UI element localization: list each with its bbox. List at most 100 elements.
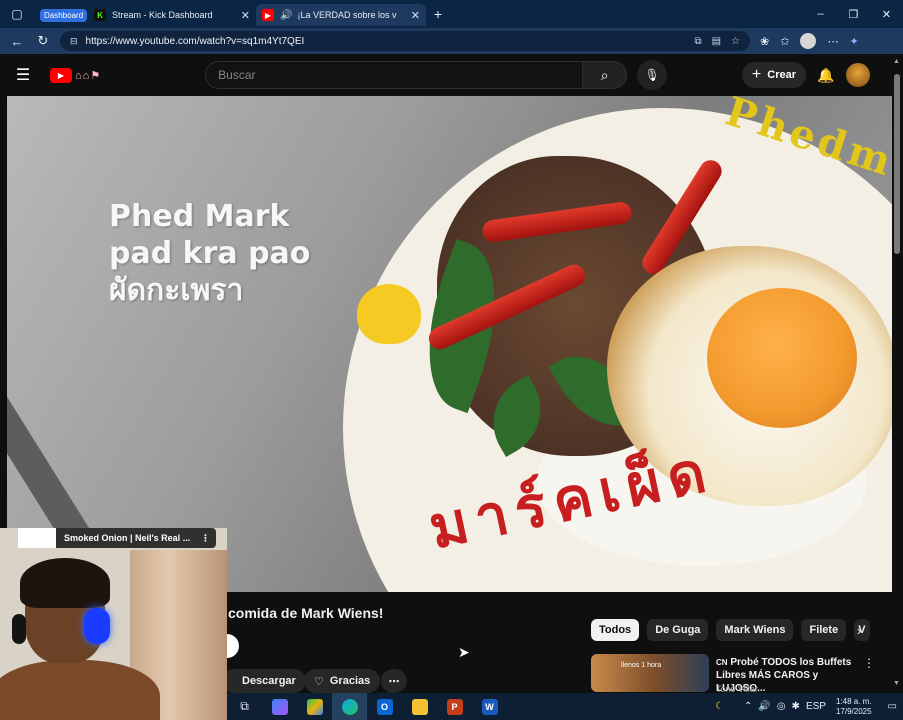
tab-kick-dashboard[interactable]: K Stream - Kick Dashboard ✕	[88, 4, 256, 26]
search-input[interactable]: Buscar	[205, 61, 584, 89]
thanks-button[interactable]: ♡ Gracias	[304, 669, 381, 693]
now-playing-bar: Smoked Onion | Neil's Real ... ⋮	[18, 528, 216, 548]
close-window-button[interactable]: ✕	[870, 8, 903, 21]
maximize-button[interactable]: ❐	[837, 8, 870, 21]
tab-group-dashboard[interactable]: Dashboard	[34, 4, 88, 26]
powerpoint-icon[interactable]: P	[437, 693, 472, 720]
more-menu-icon[interactable]: ⋯	[827, 35, 838, 48]
channel-badge: CN	[716, 658, 728, 667]
address-bar-row: ← ↻ ⊟ https://www.youtube.com/watch?v=sq…	[0, 28, 903, 54]
account-avatar[interactable]	[846, 63, 870, 87]
recommended-more-icon[interactable]: ⋮	[863, 656, 875, 670]
system-tray: ☾ ⌃ 🔊 ◎ ✱ ESP 1:48 a. m. 17/9/2025 ▭	[715, 697, 903, 717]
thanks-heart-icon: ♡	[314, 675, 324, 688]
chip-mark-wiens[interactable]: Mark Wiens	[716, 619, 794, 641]
caption-line: Phed Mark	[109, 199, 290, 234]
scrollbar-thumb[interactable]	[894, 74, 900, 254]
network-icon[interactable]: ◎	[777, 701, 786, 712]
speaker-icon[interactable]: 🔊	[280, 10, 292, 21]
chip-filete[interactable]: Filete	[801, 619, 847, 641]
create-label: Crear	[767, 69, 796, 81]
now-playing-more-icon: ⋮	[201, 532, 210, 543]
more-actions-button[interactable]: ⋯	[381, 669, 407, 693]
extension-icon[interactable]: ❀	[760, 35, 769, 48]
headphone-icon	[12, 614, 26, 644]
close-tab-icon[interactable]: ✕	[235, 9, 250, 22]
chip-todos[interactable]: Todos	[591, 619, 640, 641]
notifications-bell-icon[interactable]: 🔔	[806, 67, 846, 84]
profile-avatar[interactable]	[800, 33, 817, 49]
scroll-up-icon[interactable]: ▲	[893, 58, 900, 65]
webcam-overlay: Smoked Onion | Neil's Real ... ⋮	[0, 528, 227, 720]
microphone-icon: 🎙	[644, 68, 660, 82]
url-field[interactable]: ⊟ https://www.youtube.com/watch?v=sq1m4Y…	[60, 31, 750, 51]
doodle-icon: ⌂⌂⚑	[75, 69, 102, 82]
chip-de-guga[interactable]: De Guga	[647, 619, 709, 641]
download-button[interactable]: Descargar	[222, 669, 306, 693]
task-view-icon[interactable]: ⧉	[227, 693, 262, 720]
youtube-header: ☰ ▶ ⌂⌂⚑ Buscar ⌕ 🎙 + Crear 🔔	[8, 56, 890, 94]
notification-center-icon[interactable]: ▭	[888, 701, 897, 712]
windows-taskbar: ⧉ O P W ☾ ⌃ 🔊 ◎ ✱ ESP 1:48 a. m. 17/9/20…	[227, 693, 903, 720]
tab-bar: ▢ Dashboard K Stream - Kick Dashboard ✕ …	[0, 0, 903, 28]
mouse-cursor-icon: ➤	[458, 644, 470, 660]
minimize-button[interactable]: –	[804, 8, 837, 21]
volume-icon[interactable]: 🔊	[758, 701, 770, 712]
youtube-icon: ▶	[262, 9, 274, 21]
chevron-up-icon[interactable]: ⌃	[744, 701, 752, 712]
file-explorer-icon[interactable]	[402, 693, 437, 720]
reload-icon[interactable]: ↻	[30, 33, 56, 49]
recommended-thumbnail[interactable]: llenos 1 hora	[591, 654, 709, 692]
thumbnail-text: llenos 1 hora	[621, 662, 662, 669]
clock[interactable]: 1:48 a. m. 17/9/2025	[836, 697, 872, 717]
headphone-icon	[84, 608, 110, 644]
weather-moon-icon[interactable]: ☾	[715, 701, 724, 712]
copilot-icon[interactable]: ✦	[849, 35, 858, 48]
tab-actions-icon[interactable]: ▢	[0, 0, 34, 28]
voice-search-button[interactable]: 🎙	[637, 60, 668, 90]
back-arrow-icon[interactable]: ←	[4, 34, 30, 49]
download-label: Descargar	[242, 675, 296, 687]
video-title: comida de Mark Wiens!	[228, 605, 384, 621]
close-tab-icon[interactable]: ✕	[405, 9, 420, 22]
video-caption: Phed Mark pad kra pao ผัดกะเพรา	[109, 198, 310, 309]
app-available-icon[interactable]: ⧉	[694, 36, 701, 47]
url-actions: ⧉ ▤ ☆	[694, 36, 750, 47]
scroll-down-icon[interactable]: ▼	[893, 680, 900, 687]
menu-icon[interactable]: ☰	[8, 65, 38, 85]
search-button[interactable]: ⌕	[583, 61, 628, 89]
site-info-icon[interactable]: ⊟	[70, 36, 78, 47]
recommendation-chips: Todos De Guga Mark Wiens Filete V	[591, 619, 871, 641]
create-button[interactable]: + Crear	[741, 62, 806, 88]
youtube-logo[interactable]: ▶ ⌂⌂⚑	[50, 67, 102, 83]
webcam-person-hair	[20, 558, 110, 608]
clock-time: 1:48 a. m.	[835, 696, 872, 706]
favorite-star-icon[interactable]: ☆	[731, 36, 740, 47]
page-scrollbar[interactable]: ▲ ▼	[892, 56, 903, 692]
tab-title: ¡La VERDAD sobre los videos	[297, 10, 397, 20]
read-mode-icon[interactable]: ▤	[712, 36, 721, 47]
bluetooth-icon[interactable]: ✱	[792, 701, 800, 712]
new-tab-button[interactable]: +	[426, 6, 450, 22]
browser-window: ▢ Dashboard K Stream - Kick Dashboard ✕ …	[0, 0, 903, 720]
now-playing-title: Smoked Onion | Neil's Real ...	[64, 533, 191, 543]
word-icon[interactable]: W	[472, 693, 507, 720]
edge-icon[interactable]	[332, 693, 367, 720]
recommended-video[interactable]: llenos 1 hora CN Probé TODOS los Buffets…	[591, 654, 891, 694]
plus-icon: +	[751, 66, 762, 83]
app-icon[interactable]	[297, 693, 332, 720]
thanks-label: Gracias	[329, 675, 371, 687]
language-indicator[interactable]: ESP	[806, 701, 826, 712]
favorites-icon[interactable]: ✩	[780, 35, 789, 48]
kick-icon: K	[94, 9, 106, 21]
clock-date: 17/9/2025	[835, 706, 872, 716]
outlook-icon[interactable]: O	[367, 693, 402, 720]
chevron-right-icon[interactable]: ›	[848, 619, 870, 641]
video-player[interactable]: Phedma มาร์คเผ็ด Phed Mark pad kra pao ผ…	[7, 96, 892, 592]
caption-line: ผัดกะเพรา	[109, 273, 244, 308]
tab-youtube-video[interactable]: ▶ 🔊 ¡La VERDAD sobre los videos ✕	[256, 4, 426, 26]
youtube-play-icon: ▶	[50, 67, 72, 83]
egg-yolk	[707, 288, 857, 428]
copilot-taskbar-icon[interactable]	[262, 693, 297, 720]
search-icon: ⌕	[600, 66, 609, 83]
